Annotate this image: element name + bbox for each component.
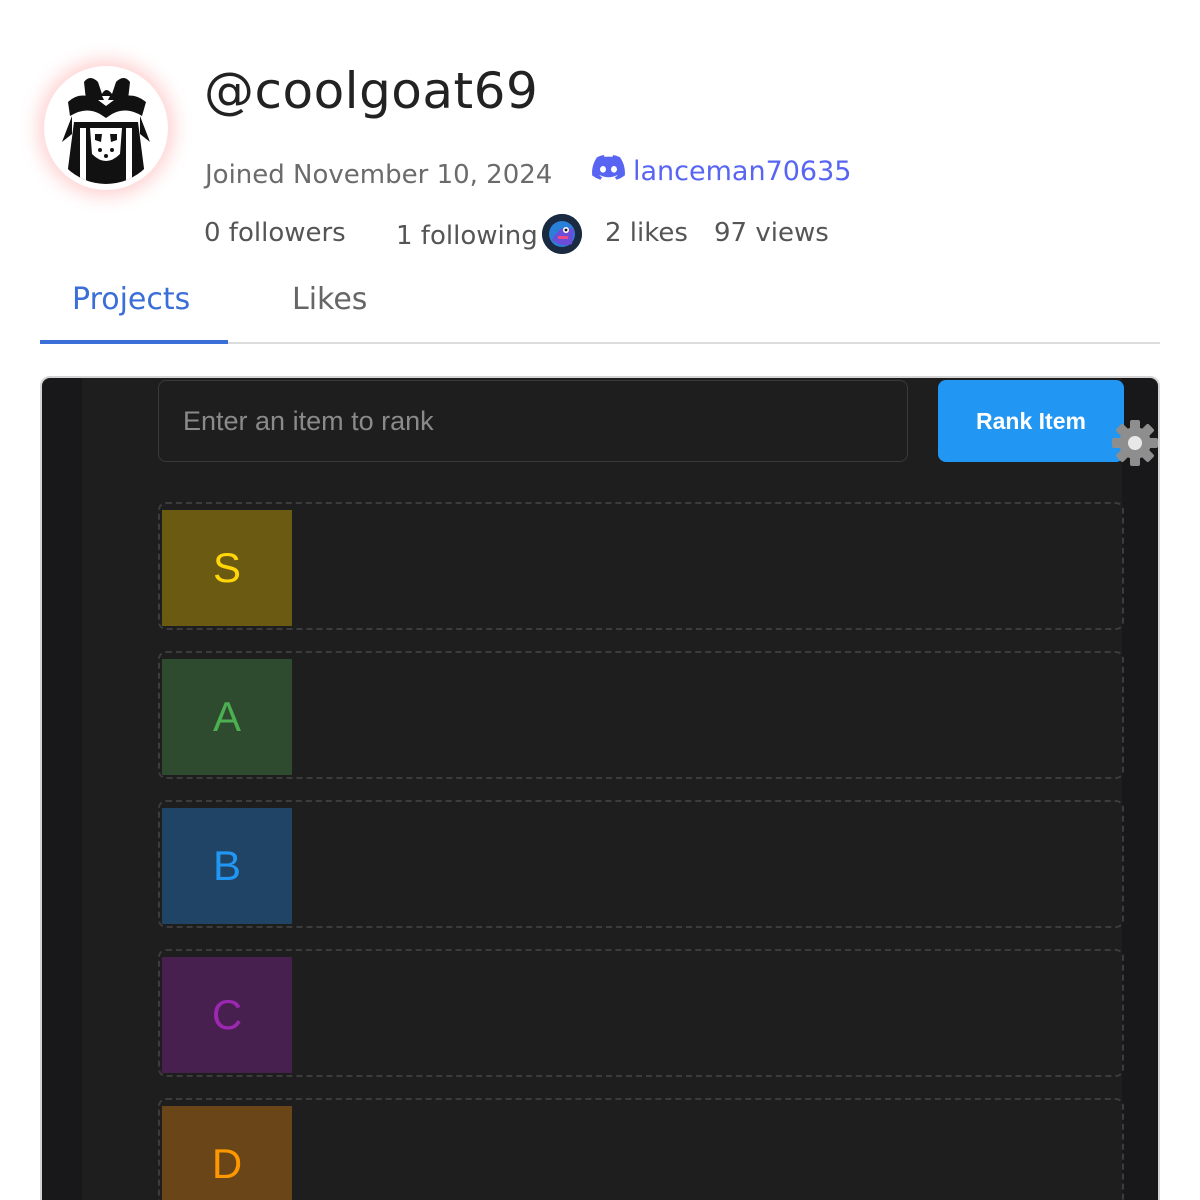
followers-count[interactable]: 0 followers	[204, 218, 346, 248]
joined-date: Joined November 10, 2024	[205, 160, 553, 190]
tier-row-s[interactable]: S	[158, 502, 1124, 630]
following-count[interactable]: 1 following	[396, 214, 582, 254]
tier-label-s: S	[162, 510, 292, 626]
username: @coolgoat69	[204, 62, 539, 120]
gear-icon[interactable]	[1110, 418, 1158, 468]
likes-count: 2 likes	[605, 218, 688, 248]
tier-row-d[interactable]: D	[158, 1098, 1124, 1200]
discord-icon	[592, 155, 625, 187]
following-label: 1 following	[396, 221, 538, 251]
tier-row-c[interactable]: C	[158, 949, 1124, 1077]
tier-label-a: A	[162, 659, 292, 775]
rank-item-input[interactable]	[158, 380, 908, 462]
tab-likes[interactable]: Likes	[292, 282, 367, 317]
project-embed: Rank Item	[40, 376, 1160, 1200]
views-count: 97 views	[714, 218, 829, 248]
active-tab-indicator	[40, 340, 228, 344]
tier-label-b: B	[162, 808, 292, 924]
goat-avatar-icon	[50, 72, 162, 184]
rank-item-button[interactable]: Rank Item	[938, 380, 1124, 462]
discord-username: lanceman70635	[633, 155, 852, 187]
tab-projects[interactable]: Projects	[72, 282, 190, 317]
following-user-avatar-icon[interactable]	[541, 214, 582, 254]
tier-row-a[interactable]: A	[158, 651, 1124, 779]
discord-link[interactable]: lanceman70635	[592, 155, 851, 187]
tier-list-app: Rank Item	[82, 378, 1158, 1200]
profile-tabs: Projects Likes	[40, 280, 1160, 344]
tier-label-c: C	[162, 957, 292, 1073]
tier-label-d: D	[162, 1106, 292, 1200]
tier-row-b[interactable]: B	[158, 800, 1124, 928]
avatar[interactable]	[44, 66, 168, 190]
profile-page: @coolgoat69 Joined November 10, 2024 lan…	[0, 0, 1200, 1200]
